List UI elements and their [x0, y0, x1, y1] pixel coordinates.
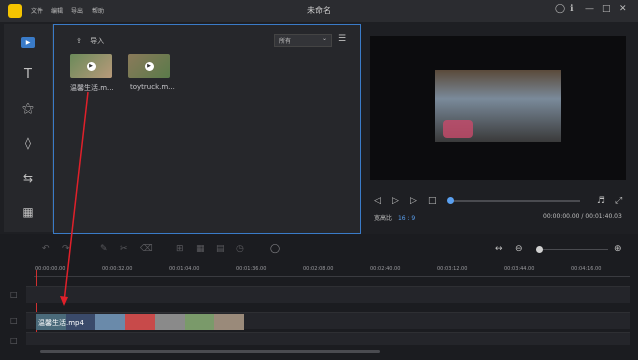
arrow-head — [60, 296, 68, 306]
arrow-line — [63, 91, 89, 303]
annotation-arrow — [60, 91, 89, 306]
